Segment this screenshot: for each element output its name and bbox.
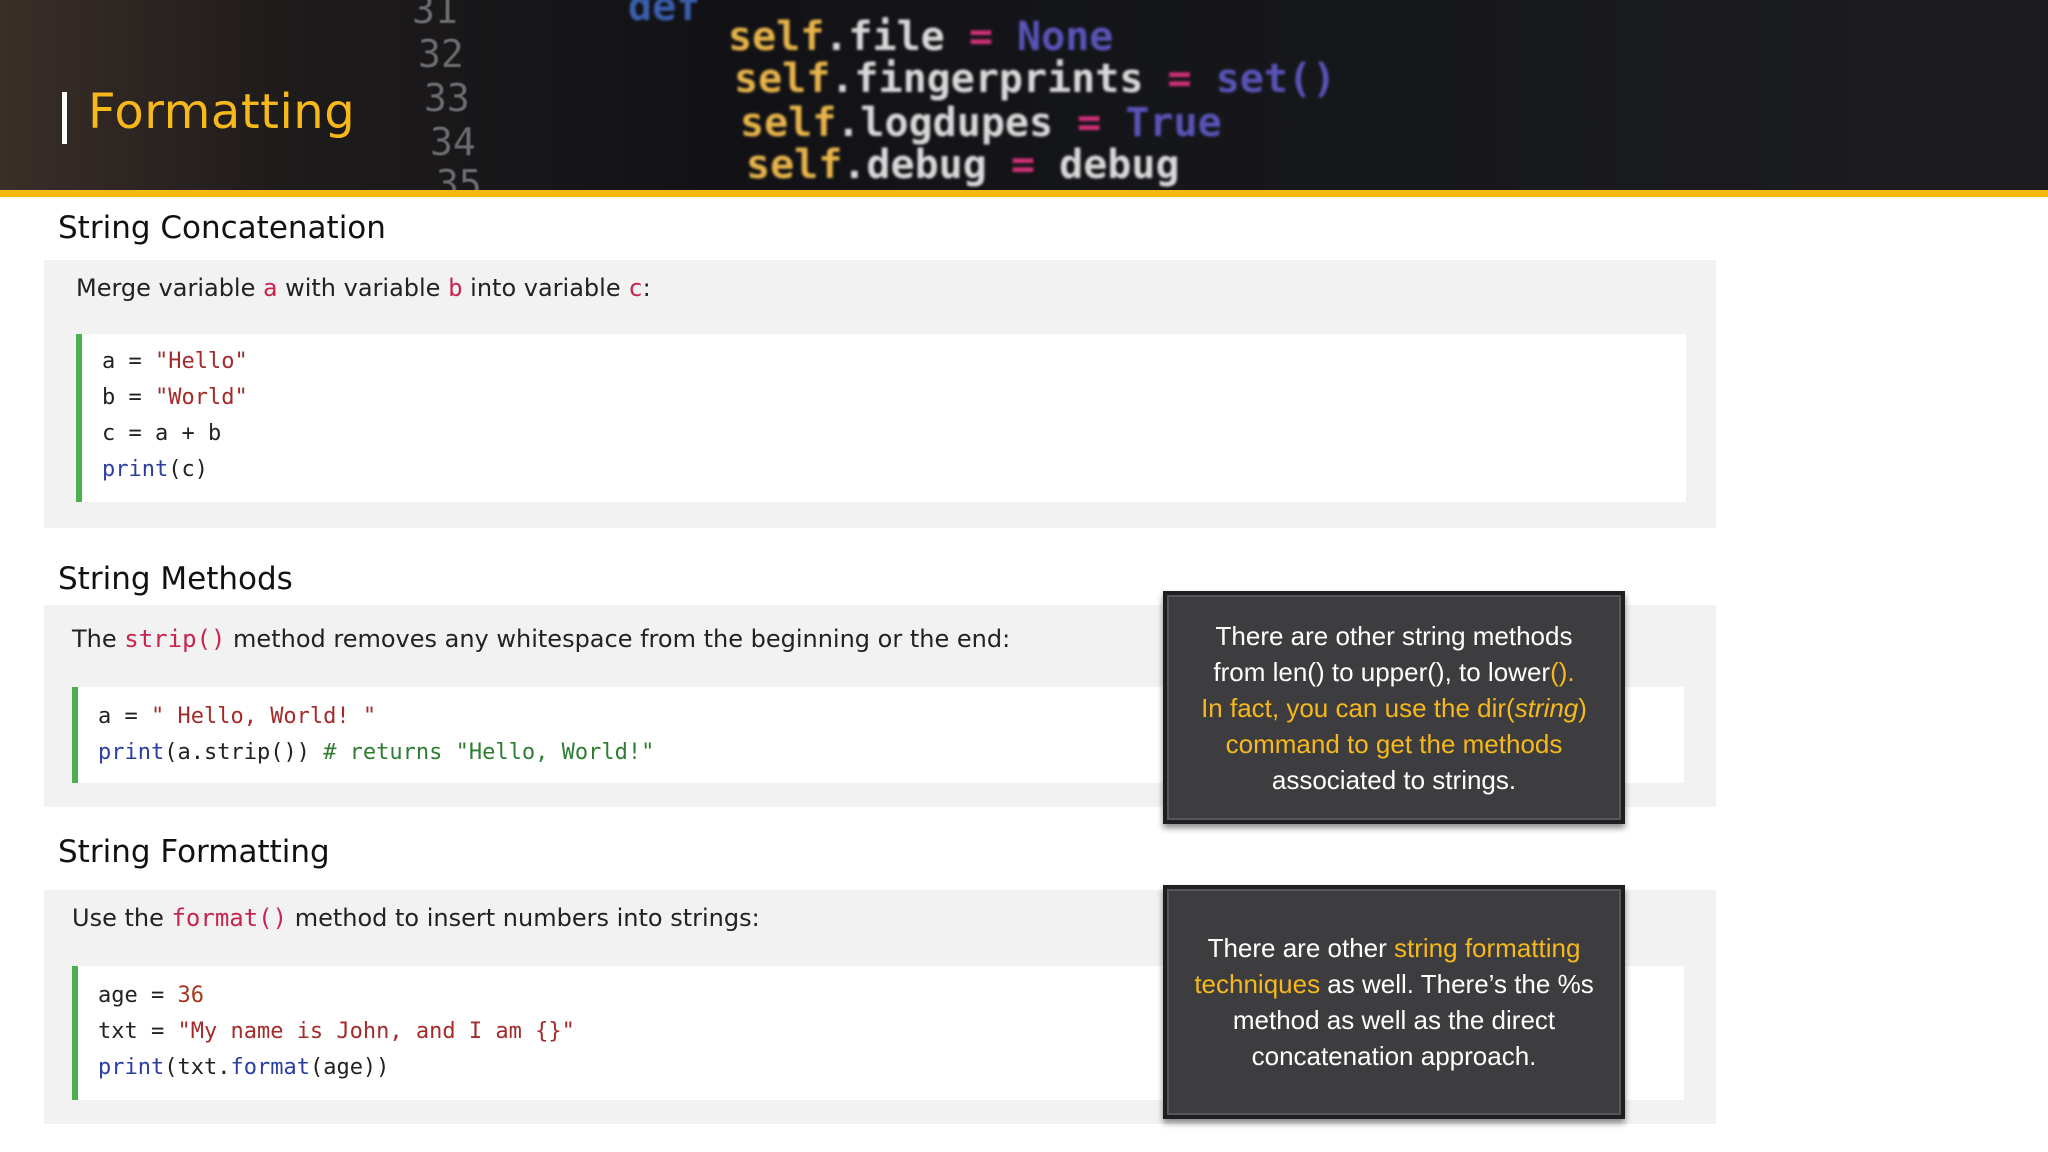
header-underline [0, 190, 2048, 197]
string-formatting-callout: There are other string formatting techni… [1163, 885, 1625, 1119]
concatenation-intro: Merge variable a with variable b into va… [76, 274, 651, 302]
callout-line: command to get the methods [1225, 728, 1563, 759]
methods-intro: The strip() method removes any whitespac… [72, 625, 1011, 653]
callout-line: techniques as well. There’s the %s [1194, 969, 1594, 999]
bg-line-number: 32 [418, 32, 464, 76]
callout-line: from len() to upper(), to lower(). [1213, 656, 1575, 687]
bg-code-line: self.debug = debug [746, 142, 1180, 188]
bg-line-number: 35 [436, 162, 482, 190]
code-lines: a = "Hello" b = "World" c = a + b print(c) [102, 344, 248, 488]
string-methods-callout: There are other string methods from len(… [1163, 591, 1625, 824]
code-line: a = "Hello" [102, 349, 248, 374]
code-line: print(a.strip()) # returns "Hello, World… [98, 740, 655, 765]
bg-code-line: self.file = None [728, 14, 1114, 60]
code-line: txt = "My name is John, and I am {}" [98, 1019, 575, 1044]
section-heading-concatenation: String Concatenation [58, 210, 386, 246]
concatenation-code-block: a = "Hello" b = "World" c = a + b print(c) [76, 334, 1686, 502]
page-title: Formatting [88, 84, 356, 140]
callout-line: method as well as the direct [1232, 1005, 1556, 1035]
section-heading-formatting: String Formatting [58, 834, 330, 870]
code-line: print(c) [102, 457, 208, 482]
bg-line-number: 33 [424, 76, 470, 120]
callout-text: There are other string formatting techni… [1194, 930, 1593, 1074]
bg-line-number: 34 [430, 120, 476, 164]
concatenation-panel: Merge variable a with variable b into va… [44, 260, 1716, 528]
callout-line: In fact, you can use the dir(string) [1201, 692, 1587, 723]
callout-line: There are other string formatting [1207, 933, 1581, 963]
callout-line: There are other string methods [1215, 620, 1573, 651]
callout-line: concatenation approach. [1251, 1041, 1537, 1071]
code-line: print(txt.format(age)) [98, 1055, 390, 1080]
header-banner: 31 32 33 34 35 def self.file = None self… [0, 0, 2048, 190]
callout-text: There are other string methods from len(… [1201, 618, 1587, 798]
bg-code-line: self.fingerprints = set() [734, 56, 1337, 102]
code-line: a = " Hello, World! " [98, 704, 377, 729]
code-line: c = a + b [102, 421, 222, 446]
title-accent-bar [62, 92, 67, 144]
section-heading-methods: String Methods [58, 561, 293, 597]
callout-line: associated to strings. [1271, 764, 1517, 795]
bg-code-keyword: def [628, 0, 701, 30]
code-lines: a = " Hello, World! " print(a.strip()) # … [98, 699, 654, 771]
bg-line-number: 31 [412, 0, 458, 32]
bg-code-line: self.logdupes = True [740, 100, 1222, 146]
code-lines: age = 36 txt = "My name is John, and I am… [98, 978, 575, 1086]
code-line: age = 36 [98, 983, 204, 1008]
formatting-intro: Use the format() method to insert number… [72, 904, 760, 932]
code-line: b = "World" [102, 385, 248, 410]
